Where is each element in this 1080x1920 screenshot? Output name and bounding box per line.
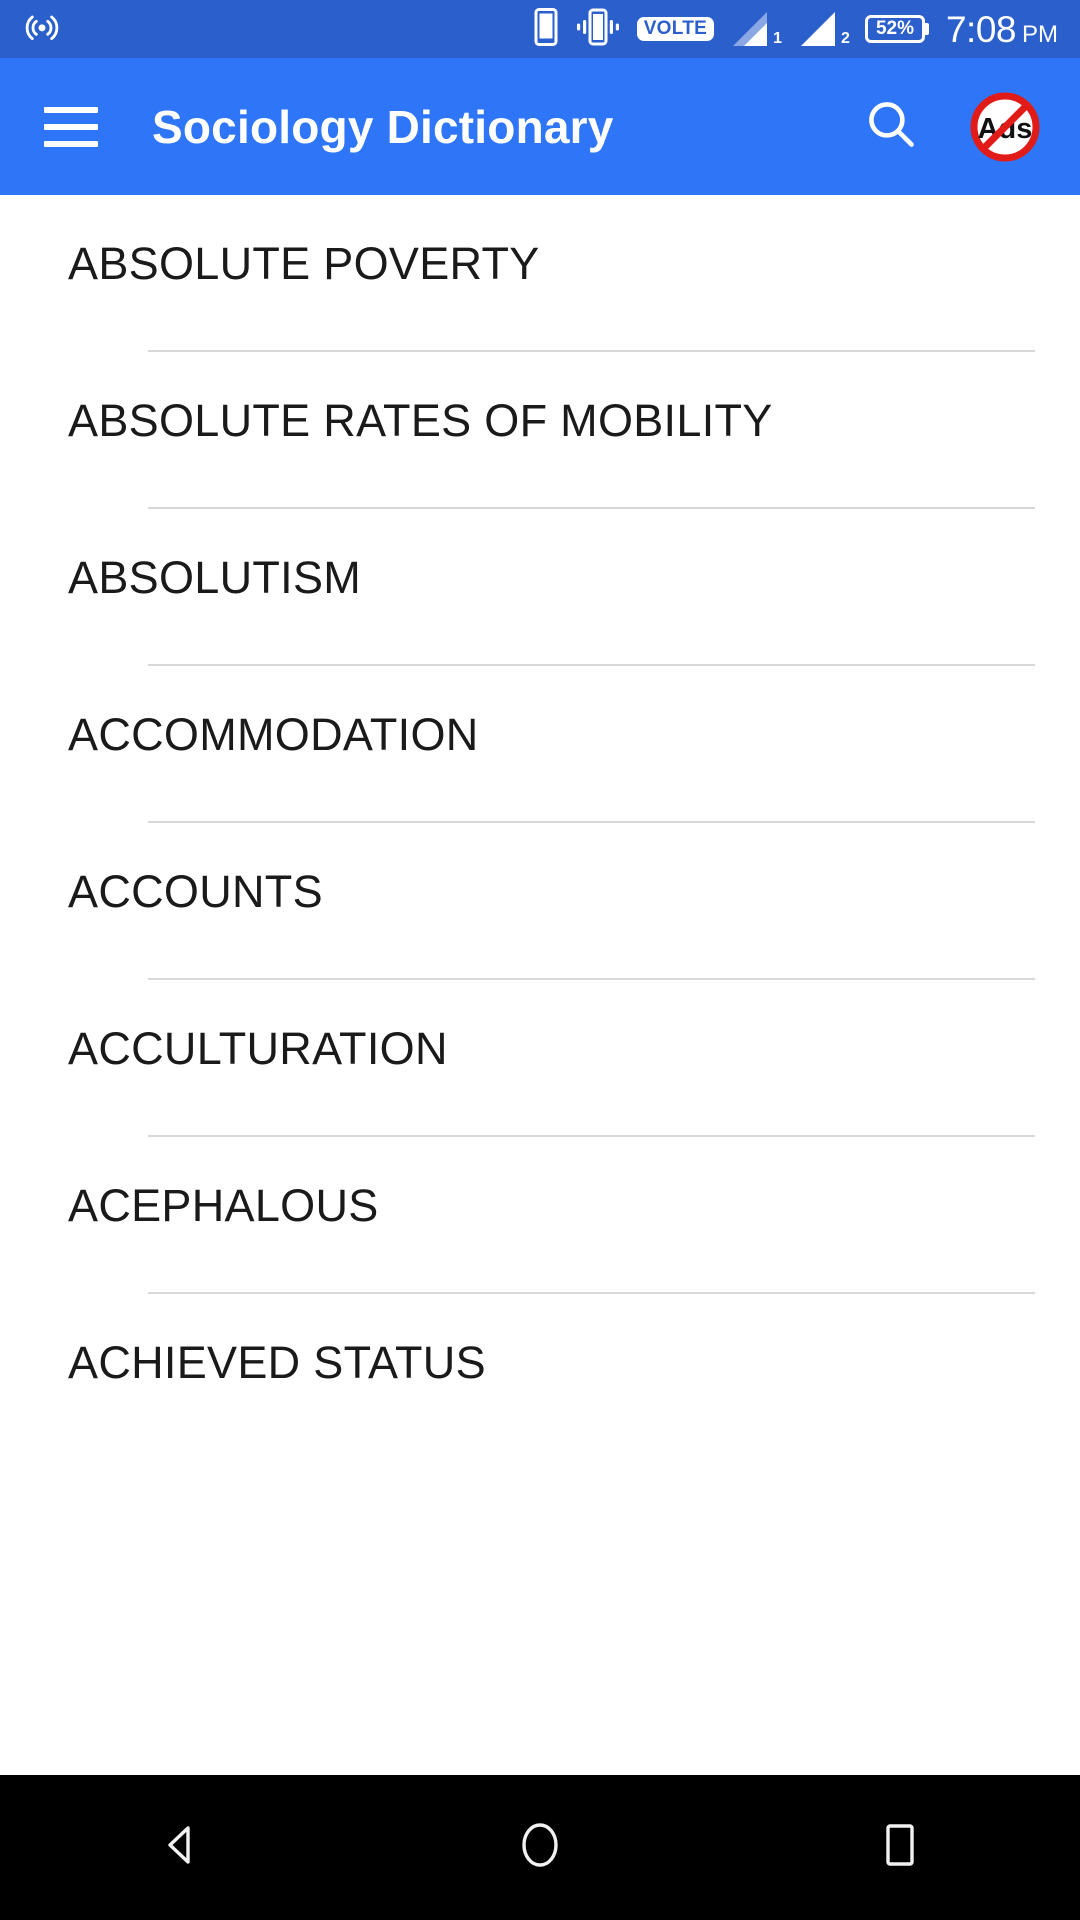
vibrate-icon	[574, 8, 622, 51]
signal-strength-sim2: 2	[797, 10, 850, 48]
status-bar-left-icons	[22, 7, 62, 52]
list-item-label: ACEPHALOUS	[68, 1180, 379, 1231]
home-button[interactable]	[480, 1775, 600, 1920]
clock-time: 7:08	[945, 8, 1017, 50]
list-item[interactable]: ACCULTURATION	[0, 980, 1080, 1137]
battery-percent-label: 52%	[875, 18, 914, 39]
no-ads-icon[interactable]: Ads	[968, 90, 1042, 164]
status-bar: VOLTE 1 2 52% 7:08 PM	[0, 0, 1080, 58]
signal-sim2-label: 2	[841, 30, 850, 47]
page-title: Sociology Dictionary	[152, 100, 614, 153]
list-item[interactable]: ABSOLUTE POVERTY	[0, 195, 1080, 352]
list-item[interactable]: ACCOUNTS	[0, 823, 1080, 980]
recents-button[interactable]	[840, 1775, 960, 1920]
list-item[interactable]: ABSOLUTE RATES OF MOBILITY	[0, 352, 1080, 509]
home-circle-icon	[510, 1815, 570, 1880]
app-bar: Sociology Dictionary Ads	[0, 58, 1080, 195]
clock-ampm: PM	[1022, 20, 1058, 48]
list-item-label: ACHIEVED STATUS	[68, 1337, 486, 1388]
list-item[interactable]: ACHIEVED STATUS	[0, 1294, 1080, 1451]
list-item-label: ACCOMMODATION	[68, 709, 479, 760]
list-item-label: ABSOLUTE POVERTY	[68, 238, 540, 289]
app-bar-actions: Ads	[862, 90, 1042, 164]
list-item-label: ABSOLUTISM	[68, 552, 362, 603]
volte-badge: VOLTE	[636, 17, 715, 41]
list-item[interactable]: ACEPHALOUS	[0, 1137, 1080, 1294]
status-bar-right-icons: VOLTE 1 2 52% 7:08 PM	[533, 7, 1058, 51]
status-bar-clock: 7:08 PM	[946, 11, 1058, 48]
recents-square-icon	[870, 1815, 930, 1880]
back-button[interactable]	[120, 1775, 240, 1920]
list-item[interactable]: ACCOMMODATION	[0, 666, 1080, 823]
battery-icon: 52%	[864, 15, 925, 43]
signal-sim1-label: 1	[773, 30, 783, 47]
hotspot-icon	[22, 7, 62, 52]
hamburger-bar-1	[44, 106, 98, 113]
android-navigation-bar	[0, 1775, 1080, 1920]
list-item-label: ACCULTURATION	[68, 1023, 448, 1074]
search-icon[interactable]	[862, 95, 920, 158]
back-triangle-icon	[150, 1815, 210, 1880]
signal-strength-sim1: 1	[729, 10, 782, 48]
sim-card-icon	[533, 7, 559, 51]
list-item[interactable]: ABSOLUTISM	[0, 509, 1080, 666]
hamburger-menu-icon[interactable]	[44, 106, 98, 147]
list-item-label: ACCOUNTS	[68, 866, 323, 917]
list-item-label: ABSOLUTE RATES OF MOBILITY	[68, 395, 773, 446]
dictionary-word-list[interactable]: ABSOLUTE POVERTY ABSOLUTE RATES OF MOBILI…	[0, 195, 1080, 1775]
hamburger-bar-2	[44, 123, 98, 130]
hamburger-bar-3	[44, 140, 98, 147]
